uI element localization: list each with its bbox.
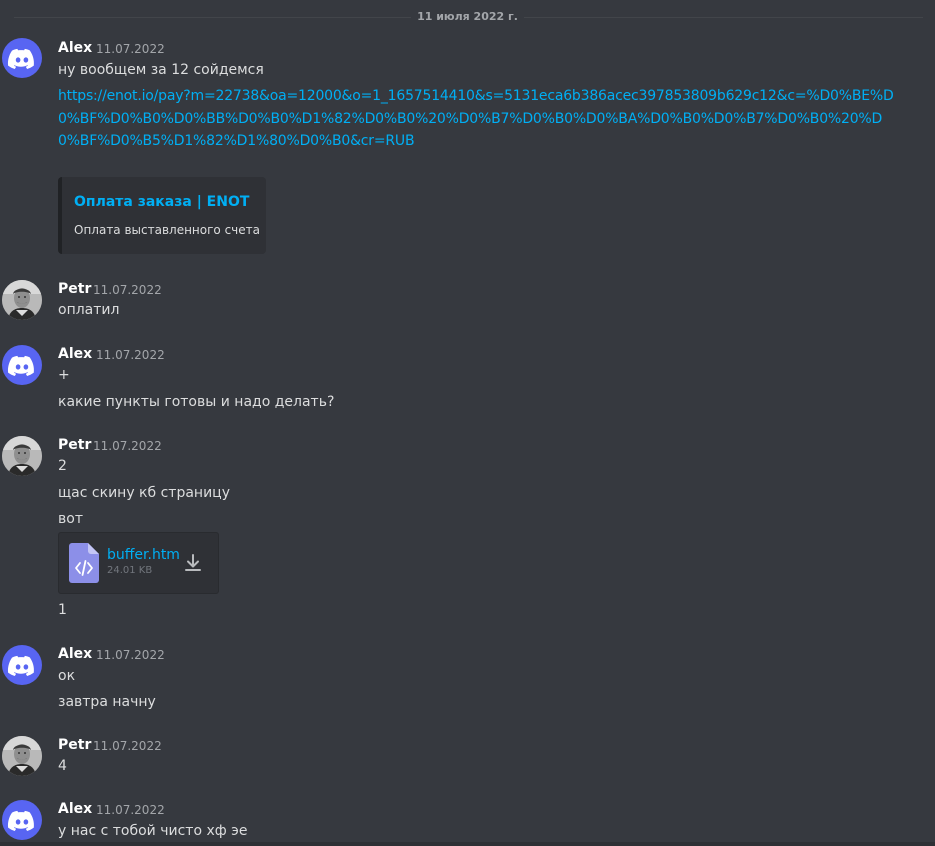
discord-logo-icon [2,800,42,840]
date-divider-label: 11 июля 2022 г. [411,10,524,23]
username[interactable]: Petr [58,437,91,453]
discord-logo-icon [2,345,42,385]
avatar[interactable] [2,645,42,685]
message-text: 4 [58,758,67,774]
avatar[interactable] [2,345,42,385]
avatar[interactable] [2,38,42,78]
user-photo-avatar [2,280,42,320]
download-icon[interactable] [183,553,203,573]
message-text: щас скину кб страницу [58,485,230,501]
timestamp: 11.07.2022 [96,348,165,362]
link-embed: Оплата заказа | ENOT Оплата выставленног… [58,177,266,254]
username[interactable]: Alex [58,801,92,817]
user-photo-avatar [2,436,42,476]
message-text: какие пункты готовы и надо делать? [58,394,335,410]
timestamp: 11.07.2022 [96,42,165,56]
embed-title[interactable]: Оплата заказа | ENOT [74,194,249,210]
username[interactable]: Alex [58,40,92,56]
timestamp: 11.07.2022 [96,803,165,817]
message-text: у нас с тобой чисто хф эе [58,823,248,839]
code-file-icon [69,543,99,583]
message-link[interactable]: https://enot.io/pay?m=22738&oa=12000&o=1… [58,85,898,153]
message-text: 1 [58,602,67,618]
avatar[interactable] [2,800,42,840]
username[interactable]: Alex [58,646,92,662]
message-text: ну вообщем за 12 сойдемся [58,62,264,78]
discord-logo-icon [2,38,42,78]
message-text: + [58,367,70,383]
avatar[interactable] [2,736,42,776]
timestamp: 11.07.2022 [93,283,162,297]
timestamp: 11.07.2022 [93,439,162,453]
file-attachment: buffer.htm 24.01 KB [58,532,219,594]
message-text: ок [58,668,76,684]
file-name-link[interactable]: buffer.htm [107,547,180,563]
username[interactable]: Alex [58,346,92,362]
message-text: вот [58,511,83,527]
discord-logo-icon [2,645,42,685]
message-text: оплатил [58,302,120,318]
username[interactable]: Petr [58,281,91,297]
avatar[interactable] [2,280,42,320]
embed-description: Оплата выставленного счета [74,223,260,237]
username[interactable]: Petr [58,737,91,753]
message-text: завтра начну [58,694,156,710]
horizontal-scrollbar[interactable] [0,842,935,846]
timestamp: 11.07.2022 [93,739,162,753]
avatar[interactable] [2,436,42,476]
message-text: 2 [58,458,67,474]
file-size: 24.01 KB [107,565,153,576]
timestamp: 11.07.2022 [96,648,165,662]
user-photo-avatar [2,736,42,776]
